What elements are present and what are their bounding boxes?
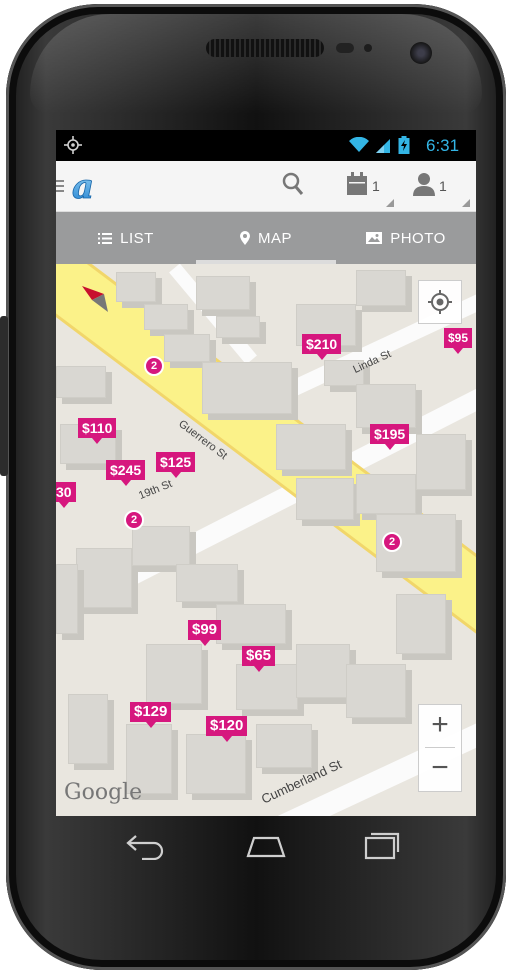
building xyxy=(356,270,406,306)
nav-bar xyxy=(56,816,476,878)
building xyxy=(176,564,238,602)
zoom-out-button[interactable]: − xyxy=(419,748,461,790)
price-pin[interactable]: $110 xyxy=(78,418,117,444)
person-icon[interactable] xyxy=(412,172,436,196)
building xyxy=(346,664,406,718)
photo-icon xyxy=(366,232,383,244)
location-icon xyxy=(64,136,82,154)
menu-icon[interactable] xyxy=(56,179,64,193)
list-icon xyxy=(98,232,113,244)
price-pin[interactable]: $129 xyxy=(130,702,172,728)
price-pin[interactable]: $99 xyxy=(188,620,222,646)
cluster-marker[interactable]: 2 xyxy=(144,356,164,376)
status-time: 6:31 xyxy=(426,136,460,155)
light-sensor xyxy=(364,44,372,52)
volume-button xyxy=(0,316,8,476)
calendar-count[interactable]: 1 xyxy=(372,178,380,194)
phone-highlight xyxy=(30,14,482,114)
building xyxy=(116,272,156,302)
map-view[interactable]: Guerrero St Linda St 19th St Cumberland … xyxy=(56,264,476,816)
building xyxy=(164,334,210,362)
tab-photo-label: PHOTO xyxy=(390,229,446,247)
building xyxy=(276,424,346,470)
price-pin[interactable]: $120 xyxy=(206,716,248,742)
tab-list[interactable]: LIST xyxy=(56,212,196,264)
cluster-marker[interactable]: 2 xyxy=(124,510,144,530)
building xyxy=(144,304,188,330)
compass-flag-icon xyxy=(82,286,108,312)
price-pin[interactable]: $125 xyxy=(156,452,196,478)
building xyxy=(132,526,190,566)
building xyxy=(296,478,354,520)
search-icon[interactable] xyxy=(282,172,304,196)
building xyxy=(256,724,312,768)
earpiece-speaker xyxy=(206,39,324,57)
price-pin[interactable]: $195 xyxy=(370,424,410,450)
calendar-dropdown-indicator xyxy=(386,199,394,207)
signal-icon xyxy=(376,139,390,153)
tab-map[interactable]: MAP xyxy=(196,212,336,264)
building xyxy=(68,694,108,764)
proximity-sensor xyxy=(336,43,354,53)
logo-letter: a xyxy=(72,168,94,204)
tab-map-label: MAP xyxy=(257,229,292,247)
front-camera xyxy=(410,42,432,64)
building xyxy=(416,434,466,490)
zoom-controls: + − xyxy=(418,704,462,792)
cluster-marker[interactable]: 2 xyxy=(382,532,402,552)
building xyxy=(76,548,132,608)
my-location-button[interactable] xyxy=(418,280,462,324)
building xyxy=(236,664,298,710)
building xyxy=(356,384,416,428)
building xyxy=(202,362,292,414)
price-pin[interactable]: 30 xyxy=(56,482,76,508)
battery-icon xyxy=(398,136,410,154)
tab-photo[interactable]: PHOTO xyxy=(336,212,476,264)
building xyxy=(56,564,78,634)
guests-count[interactable]: 1 xyxy=(439,178,447,194)
building xyxy=(396,594,446,654)
street-label-19th: 19th St xyxy=(137,477,174,503)
building xyxy=(356,474,416,514)
wifi-icon xyxy=(349,137,369,152)
building xyxy=(196,276,250,310)
building xyxy=(146,644,202,704)
zoom-in-button[interactable]: + xyxy=(419,705,461,747)
view-tabs: LIST MAP PHOTO xyxy=(56,212,476,264)
home-icon[interactable] xyxy=(244,830,288,860)
screen: 6:31 a 1 1 LIST MAP PHOTO Guerrero St Li… xyxy=(56,130,476,816)
app-logo[interactable]: a xyxy=(64,168,102,204)
tab-list-label: LIST xyxy=(120,229,154,247)
crosshair-icon xyxy=(428,290,452,314)
building xyxy=(296,644,350,698)
building xyxy=(186,734,246,794)
back-icon[interactable] xyxy=(124,830,166,860)
building xyxy=(56,366,106,398)
recents-icon[interactable] xyxy=(362,830,402,860)
building xyxy=(216,604,286,644)
calendar-icon[interactable] xyxy=(346,172,368,196)
map-attribution: Google xyxy=(64,780,143,805)
price-pin[interactable]: $210 xyxy=(302,334,342,360)
price-pin[interactable]: $65 xyxy=(242,646,276,672)
action-bar: a 1 1 xyxy=(56,161,476,212)
building xyxy=(216,316,260,338)
price-pin[interactable]: $245 xyxy=(106,460,146,486)
guests-dropdown-indicator xyxy=(462,199,470,207)
map-pin-icon xyxy=(239,231,250,245)
status-bar: 6:31 xyxy=(56,130,476,161)
price-pin[interactable]: $95 xyxy=(444,328,473,354)
